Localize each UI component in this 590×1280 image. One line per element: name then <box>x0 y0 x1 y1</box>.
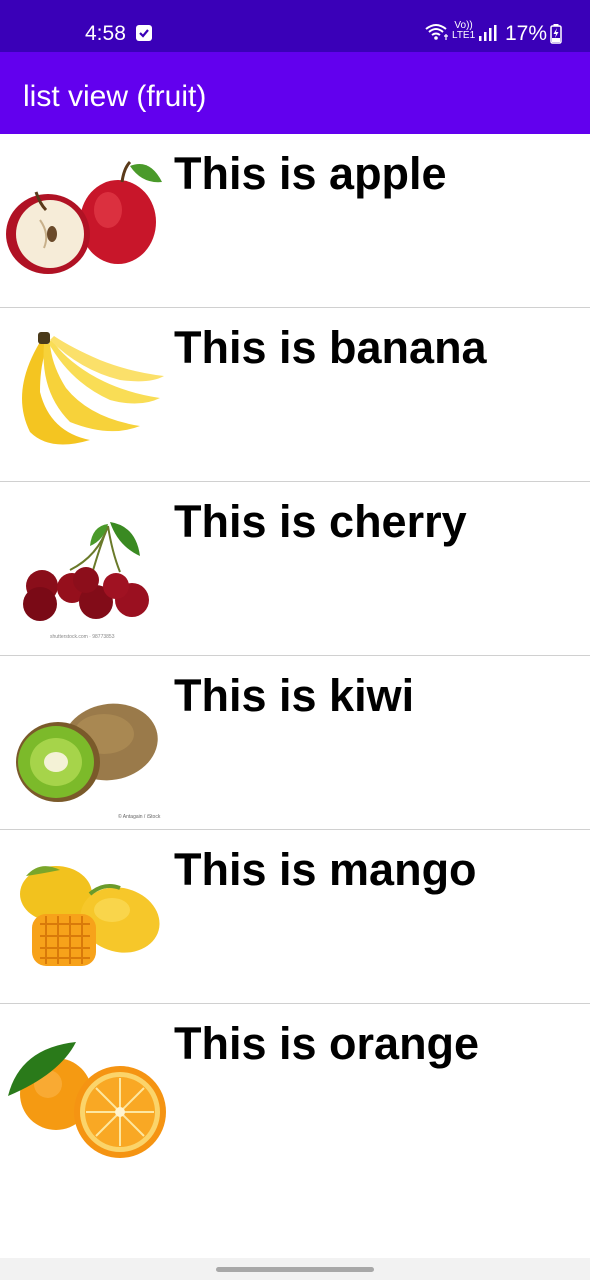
list-item[interactable]: This is banana <box>0 308 590 482</box>
apple-image <box>0 148 170 298</box>
svg-text:© Antagain / iStock: © Antagain / iStock <box>118 813 161 820</box>
status-bar: 4:58 Vo)) LTE1 17% <box>0 0 590 52</box>
fruit-label: This is mango <box>174 844 477 895</box>
volte-icon: Vo)) LTE1 <box>452 21 475 41</box>
cherry-image: shutterstock.com · 98773853 <box>0 496 170 646</box>
navigation-bar <box>0 1258 590 1280</box>
kiwi-image: © Antagain / iStock <box>0 670 170 820</box>
svg-text:shutterstock.com · 98773853: shutterstock.com · 98773853 <box>50 634 115 640</box>
signal-icon <box>479 25 497 46</box>
mango-image <box>0 844 170 994</box>
list-item[interactable]: This is orange <box>0 1004 590 1178</box>
list-item[interactable]: This is mango <box>0 830 590 1004</box>
list-item[interactable]: This is apple <box>0 134 590 308</box>
fruit-label: This is apple <box>174 148 447 199</box>
battery-percent: 17% <box>505 22 548 45</box>
banana-image <box>0 322 170 472</box>
fruit-list: This is apple This is banana shutterstoc… <box>0 134 590 1178</box>
home-gesture-handle[interactable] <box>216 1267 374 1272</box>
volte-bottom-label: LTE1 <box>452 30 476 41</box>
fruit-label: This is kiwi <box>174 670 415 721</box>
wifi-icon <box>424 22 450 47</box>
app-bar: list view (fruit) <box>0 52 590 134</box>
status-time: 4:58 <box>85 22 126 45</box>
fruit-label: This is orange <box>174 1018 480 1069</box>
page-title: list view (fruit) <box>23 80 207 113</box>
fruit-label: This is banana <box>174 322 487 373</box>
battery-charging-icon <box>550 24 562 49</box>
list-item[interactable]: © Antagain / iStock This is kiwi <box>0 656 590 830</box>
notification-check-icon <box>136 25 152 41</box>
list-item[interactable]: shutterstock.com · 98773853 This is cher… <box>0 482 590 656</box>
orange-image <box>0 1018 170 1168</box>
fruit-label: This is cherry <box>174 496 467 547</box>
